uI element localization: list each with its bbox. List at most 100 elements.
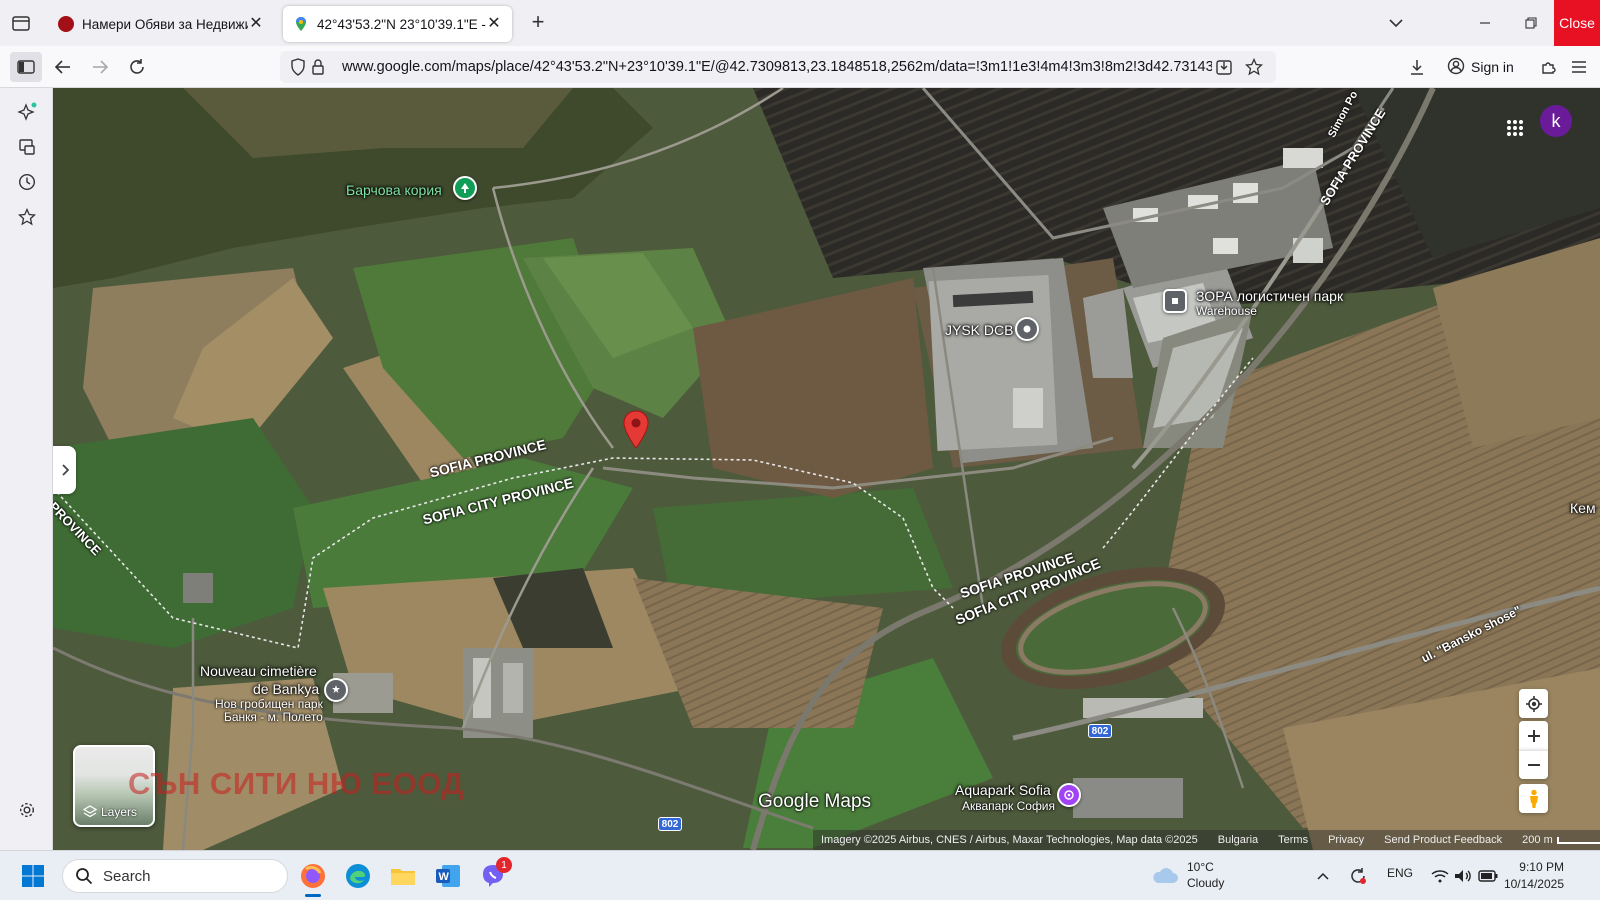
firefox-active-indicator: [305, 894, 321, 897]
place-label-aquapark-sofia[interactable]: Aquapark Sofia: [955, 782, 1051, 798]
forward-arrow-icon[interactable]: [87, 54, 113, 80]
browser-sidebar: [0, 88, 53, 850]
url-text[interactable]: www.google.com/maps/place/42°43'53.2"N+2…: [342, 59, 1212, 75]
close-window-button[interactable]: Close: [1554, 0, 1600, 46]
place-pin-icon[interactable]: [1015, 317, 1039, 341]
tab-listings[interactable]: Намери Обяви за Недвижими ✕: [48, 6, 274, 42]
notification-badge: 1: [496, 857, 512, 873]
list-all-tabs-chevron-icon[interactable]: [1385, 12, 1407, 34]
tab-bar: Намери Обяви за Недвижими ✕ 42°43'53.2"N…: [0, 0, 1600, 46]
satellite-imagery: [53, 88, 1600, 850]
clock-date: 10/14/2025: [1503, 877, 1564, 891]
cloud-icon: [1153, 868, 1178, 883]
country-link[interactable]: Bulgaria: [1218, 834, 1258, 846]
file-explorer-folder-icon[interactable]: [387, 860, 419, 892]
sign-in-button[interactable]: Sign in: [1441, 52, 1531, 82]
google-maps-favicon-icon: [293, 16, 309, 32]
minimize-icon[interactable]: [1462, 0, 1508, 46]
navigation-toolbar: www.google.com/maps/place/42°43'53.2"N+2…: [0, 46, 1600, 88]
street-view-pegman-button[interactable]: [1519, 784, 1548, 813]
location-pin-icon[interactable]: [622, 410, 650, 455]
new-tab-plus-icon[interactable]: +: [526, 11, 550, 35]
site-favicon-icon: [58, 16, 74, 32]
volume-speaker-icon[interactable]: [1452, 860, 1474, 892]
road-shield-802: 802: [658, 817, 682, 831]
bookmarks-star-icon[interactable]: [15, 205, 39, 229]
place-label-jysk-dcb[interactable]: JYSK DCB: [945, 322, 1013, 338]
plus-icon: [1527, 729, 1540, 742]
synced-tabs-icon[interactable]: [15, 135, 39, 159]
place-sublabel-cemetery-area: Банкя - м. Полето: [224, 710, 323, 724]
warehouse-square-icon[interactable]: [1163, 289, 1187, 313]
scale-bar: [1556, 836, 1600, 844]
settings-gear-icon[interactable]: [15, 798, 39, 822]
sync-update-icon[interactable]: [1345, 860, 1371, 892]
bookmark-star-icon[interactable]: [1244, 57, 1264, 77]
tab-google-maps[interactable]: 42°43'53.2"N 23°10'39.1"E - Go ✕: [283, 6, 512, 42]
edge-icon[interactable]: [342, 860, 374, 892]
place-label-barchova-koria[interactable]: Барчова кория: [346, 182, 442, 198]
satellite-map[interactable]: SOFIA PROVINCE SOFIA CITY PROVINCE SOFIA…: [53, 88, 1600, 850]
pegman-icon: [1529, 789, 1538, 808]
park-tree-icon[interactable]: [453, 176, 477, 200]
tracking-shield-icon[interactable]: [288, 57, 308, 77]
word-icon[interactable]: W: [432, 860, 464, 892]
weather-widget[interactable]: 10°C Cloudy: [1151, 859, 1224, 891]
restore-icon[interactable]: [1508, 0, 1554, 46]
wifi-icon[interactable]: [1429, 860, 1451, 892]
place-label-cemetery-line2[interactable]: de Bankya: [253, 681, 319, 697]
account-circle-icon: [1447, 57, 1465, 78]
close-tab-icon[interactable]: ✕: [486, 16, 502, 32]
place-label-zora-logistics-park[interactable]: ЗОРА логистичен парк: [1196, 288, 1343, 304]
app-menu-hamburger-icon[interactable]: [1566, 54, 1592, 80]
cemetery-icon[interactable]: [324, 678, 348, 702]
close-tab-icon[interactable]: ✕: [248, 16, 264, 32]
send-feedback-link[interactable]: Send Product Feedback: [1384, 834, 1502, 846]
show-hidden-icons-chevron-up-icon[interactable]: [1311, 860, 1335, 892]
map-footer: Imagery ©2025 Airbus, CNES / Airbus, Max…: [813, 830, 1600, 850]
watermark-text: СЪН СИТИ НЮ ЕООД: [128, 766, 464, 801]
sidebar-toggle-icon[interactable]: [10, 52, 42, 82]
history-clock-icon[interactable]: [15, 170, 39, 194]
place-category-warehouse: Warehouse: [1196, 304, 1257, 318]
input-language-indicator[interactable]: ENG: [1387, 866, 1413, 880]
address-bar[interactable]: www.google.com/maps/place/42°43'53.2"N+2…: [280, 51, 1276, 83]
zoom-out-button[interactable]: [1519, 750, 1548, 779]
back-arrow-icon[interactable]: [50, 54, 76, 80]
taskbar-search-box[interactable]: Search: [62, 859, 288, 893]
google-maps-logo: Google Maps: [758, 791, 872, 812]
scale-indicator[interactable]: 200 m: [1522, 834, 1600, 846]
place-label-kem[interactable]: Кем: [1570, 500, 1596, 516]
system-clock[interactable]: 9:10 PM 10/14/2025: [1500, 859, 1564, 893]
google-apps-grid-icon[interactable]: [1495, 108, 1535, 148]
layers-label: Layers: [101, 805, 138, 819]
save-to-pocket-icon[interactable]: [1214, 57, 1234, 77]
viber-icon[interactable]: 1: [477, 857, 512, 892]
lock-icon[interactable]: [308, 57, 328, 77]
place-sublabel-aquapark: Аквапарк София: [962, 799, 1056, 813]
extensions-icon[interactable]: [1536, 54, 1562, 80]
firefox-icon[interactable]: [297, 860, 329, 892]
battery-icon[interactable]: [1476, 860, 1500, 892]
windows-start-icon[interactable]: [17, 860, 49, 892]
tab-list-icon[interactable]: [10, 12, 32, 34]
search-icon: [76, 868, 93, 885]
scale-label: 200 m: [1522, 834, 1553, 846]
zoom-in-button[interactable]: [1519, 721, 1548, 750]
ai-chatbot-sparkle-icon[interactable]: [15, 100, 39, 124]
amusement-park-icon[interactable]: [1057, 783, 1081, 807]
place-label-cemetery[interactable]: Nouveau cimetière: [200, 663, 317, 679]
search-placeholder: Search: [103, 867, 151, 885]
layers-icon: [83, 805, 97, 818]
downloads-icon[interactable]: [1404, 54, 1430, 80]
reload-icon[interactable]: [124, 54, 150, 80]
weather-temperature: 10°C: [1187, 860, 1214, 874]
expand-side-panel-button[interactable]: [53, 446, 76, 494]
my-location-button[interactable]: [1519, 689, 1548, 718]
tab-title: 42°43'53.2"N 23°10'39.1"E - Go: [317, 16, 486, 32]
road-shield-802: 802: [1088, 724, 1112, 738]
account-avatar[interactable]: k: [1540, 105, 1572, 137]
windows-taskbar: Search W 1 10°C Cloudy ENG 9:10 PM 10/14…: [0, 850, 1600, 900]
terms-link[interactable]: Terms: [1278, 834, 1308, 846]
privacy-link[interactable]: Privacy: [1328, 834, 1364, 846]
